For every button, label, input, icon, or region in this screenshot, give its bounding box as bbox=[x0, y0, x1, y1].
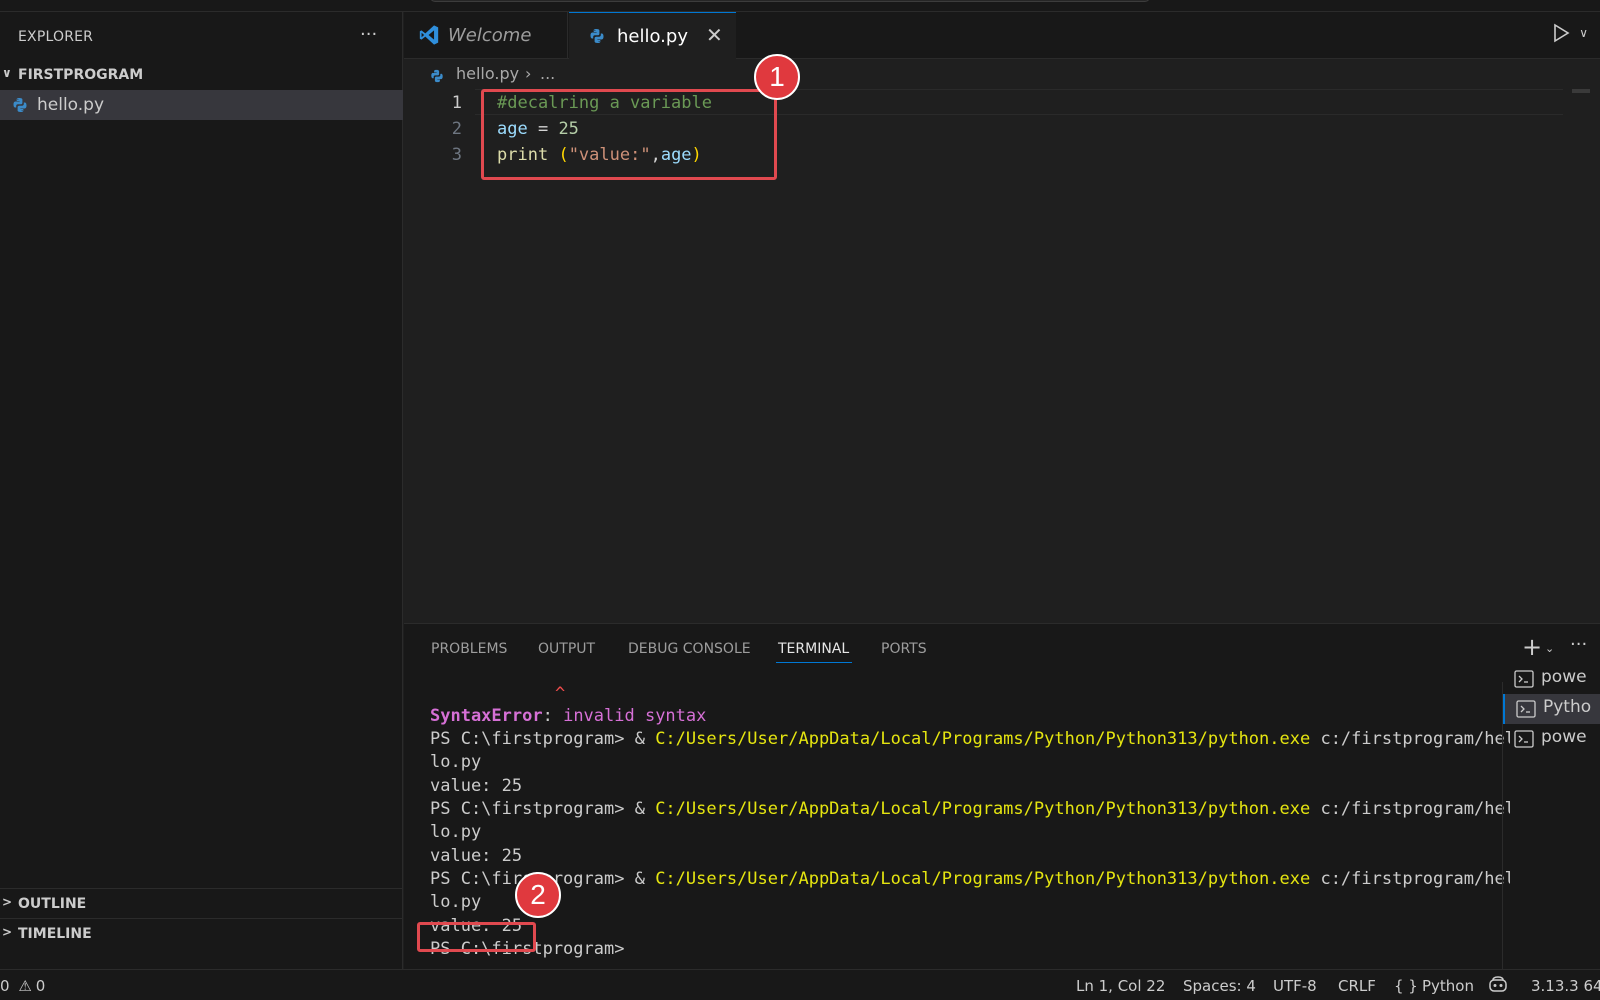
terminal-wrap-line: lo.py bbox=[430, 752, 482, 772]
python-file-icon bbox=[430, 68, 444, 87]
run-play-icon[interactable] bbox=[1552, 23, 1570, 47]
terminal-list: powe Pytho powe bbox=[1503, 664, 1600, 970]
tab-problems[interactable]: PROBLEMS bbox=[431, 641, 507, 657]
warning-icon: ⚠ bbox=[18, 977, 32, 995]
folder-label: FIRSTPROGRAM bbox=[18, 67, 144, 83]
command-center[interactable] bbox=[430, 0, 1150, 2]
terminal-output[interactable]: ^ SyntaxError: invalid syntax PS C:\firs… bbox=[430, 684, 1510, 970]
terminal-list-label: Pytho bbox=[1543, 697, 1592, 717]
problems-status[interactable]: 0 ⚠ 0 bbox=[0, 977, 45, 995]
terminal-command-line: PS C:\firstprogram> & C:/Users/User/AppD… bbox=[430, 799, 1510, 819]
chevron-down-icon: ∨ bbox=[2, 66, 12, 80]
terminal-wrap-line: lo.py bbox=[430, 892, 482, 912]
annotation-badge-1: 1 bbox=[754, 54, 800, 100]
terminal-caret: ^ bbox=[555, 684, 566, 704]
terminal-icon bbox=[1514, 670, 1534, 693]
active-tab-indicator bbox=[776, 662, 852, 663]
terminal-output-line: value: 25 bbox=[430, 776, 523, 796]
python-interpreter[interactable]: 3.13.3 64- bbox=[1531, 977, 1600, 995]
tab-debug-console[interactable]: DEBUG CONSOLE bbox=[628, 641, 751, 657]
file-item-hello-py[interactable]: hello.py bbox=[0, 90, 403, 120]
terminal-output-line: value: 25 bbox=[430, 846, 523, 866]
close-icon[interactable]: ✕ bbox=[706, 23, 723, 47]
terminal-list-item[interactable]: Pytho bbox=[1503, 694, 1600, 724]
tab-terminal[interactable]: TERMINAL bbox=[778, 641, 849, 657]
terminal-exe-path: C:/Users/User/AppData/Local/Programs/Pyt… bbox=[655, 799, 1311, 819]
explorer-sidebar: EXPLORER ··· ∨ FIRSTPROGRAM hello.py > O… bbox=[0, 12, 403, 969]
chevron-right-icon: > bbox=[2, 925, 13, 939]
error-message: invalid syntax bbox=[563, 706, 707, 726]
error-count: 0 bbox=[0, 977, 10, 995]
breadcrumb-separator: › bbox=[525, 64, 532, 83]
bottom-panel: PROBLEMS OUTPUT DEBUG CONSOLE TERMINAL P… bbox=[404, 623, 1600, 970]
title-bar bbox=[0, 0, 1600, 12]
terminal-exe-path: C:/Users/User/AppData/Local/Programs/Pyt… bbox=[655, 729, 1311, 749]
timeline-label: TIMELINE bbox=[18, 926, 92, 942]
terminal-amp: & bbox=[634, 869, 656, 889]
copilot-icon[interactable] bbox=[1488, 976, 1508, 998]
status-bar: 0 ⚠ 0 Ln 1, Col 22 Spaces: 4 UTF-8 CRLF {… bbox=[0, 969, 1600, 1000]
annotation-badge-2: 2 bbox=[515, 872, 561, 918]
terminal-script-path: c:/firstprogram/hel bbox=[1310, 799, 1510, 819]
terminal-list-label: powe bbox=[1541, 727, 1587, 747]
explorer-title: EXPLORER bbox=[18, 29, 94, 45]
tab-output[interactable]: OUTPUT bbox=[538, 641, 595, 657]
eol-status[interactable]: CRLF bbox=[1338, 977, 1376, 995]
tab-welcome[interactable]: Welcome bbox=[404, 12, 568, 59]
terminal-script-path: c:/firstprogram/hel bbox=[1310, 869, 1510, 889]
terminal-wrap-line: lo.py bbox=[430, 822, 482, 842]
line-number: 3 bbox=[451, 145, 462, 165]
indentation-status[interactable]: Spaces: 4 bbox=[1183, 977, 1256, 995]
warning-count: 0 bbox=[35, 977, 46, 995]
annotation-box-output bbox=[417, 922, 536, 952]
terminal-command-line: PS C:\firstprogram> & C:/Users/User/AppD… bbox=[430, 729, 1510, 749]
chevron-right-icon: > bbox=[2, 895, 13, 909]
annotation-box-code bbox=[481, 89, 777, 180]
language-mode[interactable]: Python bbox=[1422, 977, 1474, 995]
outline-label: OUTLINE bbox=[18, 896, 87, 912]
chevron-down-icon[interactable]: ⌄ bbox=[1545, 642, 1554, 655]
error-name: SyntaxError bbox=[430, 706, 543, 726]
breadcrumb-symbols[interactable]: ... bbox=[540, 64, 555, 83]
cursor-position[interactable]: Ln 1, Col 22 bbox=[1076, 977, 1165, 995]
terminal-list-item[interactable]: powe bbox=[1503, 664, 1600, 694]
encoding-status[interactable]: UTF-8 bbox=[1273, 977, 1317, 995]
new-terminal-button[interactable]: + bbox=[1522, 633, 1542, 661]
terminal-amp: & bbox=[634, 799, 656, 819]
panel-more-button[interactable]: ··· bbox=[1570, 634, 1587, 655]
terminal-line: SyntaxError: invalid syntax bbox=[430, 706, 706, 726]
timeline-section[interactable]: > TIMELINE bbox=[0, 918, 403, 948]
line-number: 1 bbox=[451, 93, 462, 113]
vscode-logo-icon bbox=[418, 24, 440, 51]
error-colon: : bbox=[542, 706, 564, 726]
terminal-icon bbox=[1514, 730, 1534, 753]
terminal-list-item[interactable]: powe bbox=[1503, 724, 1600, 754]
tab-hello-py[interactable]: hello.py ✕ bbox=[569, 12, 736, 60]
editor-tab-bar: Welcome hello.py ✕ ∨ bbox=[404, 12, 1600, 60]
chevron-down-icon[interactable]: ∨ bbox=[1579, 26, 1588, 40]
tab-ports[interactable]: PORTS bbox=[881, 641, 927, 657]
breadcrumb-file[interactable]: hello.py bbox=[456, 64, 519, 83]
terminal-script-path: c:/firstprogram/hel bbox=[1310, 729, 1510, 749]
file-label: hello.py bbox=[37, 95, 105, 115]
outline-section[interactable]: > OUTLINE bbox=[0, 888, 403, 918]
line-number: 2 bbox=[451, 119, 462, 139]
tab-label: Welcome bbox=[448, 25, 532, 46]
terminal-prompt: PS C:\firstprogram> bbox=[430, 799, 635, 819]
terminal-icon bbox=[1516, 700, 1536, 723]
python-file-icon bbox=[12, 97, 28, 118]
tab-label: hello.py bbox=[617, 26, 688, 47]
explorer-more-button[interactable]: ··· bbox=[360, 24, 377, 45]
python-file-icon bbox=[589, 28, 605, 49]
terminal-amp: & bbox=[634, 729, 656, 749]
terminal-command-line: PS C:\firstprogram> & C:/Users/User/AppD… bbox=[430, 869, 1510, 889]
language-braces-icon: { } bbox=[1394, 977, 1418, 995]
terminal-prompt: PS C:\firstprogram> bbox=[430, 729, 635, 749]
terminal-exe-path: C:/Users/User/AppData/Local/Programs/Pyt… bbox=[655, 869, 1311, 889]
terminal-list-label: powe bbox=[1541, 667, 1587, 687]
minimap[interactable] bbox=[1572, 89, 1590, 93]
folder-firstprogram[interactable]: ∨ FIRSTPROGRAM bbox=[0, 64, 403, 88]
